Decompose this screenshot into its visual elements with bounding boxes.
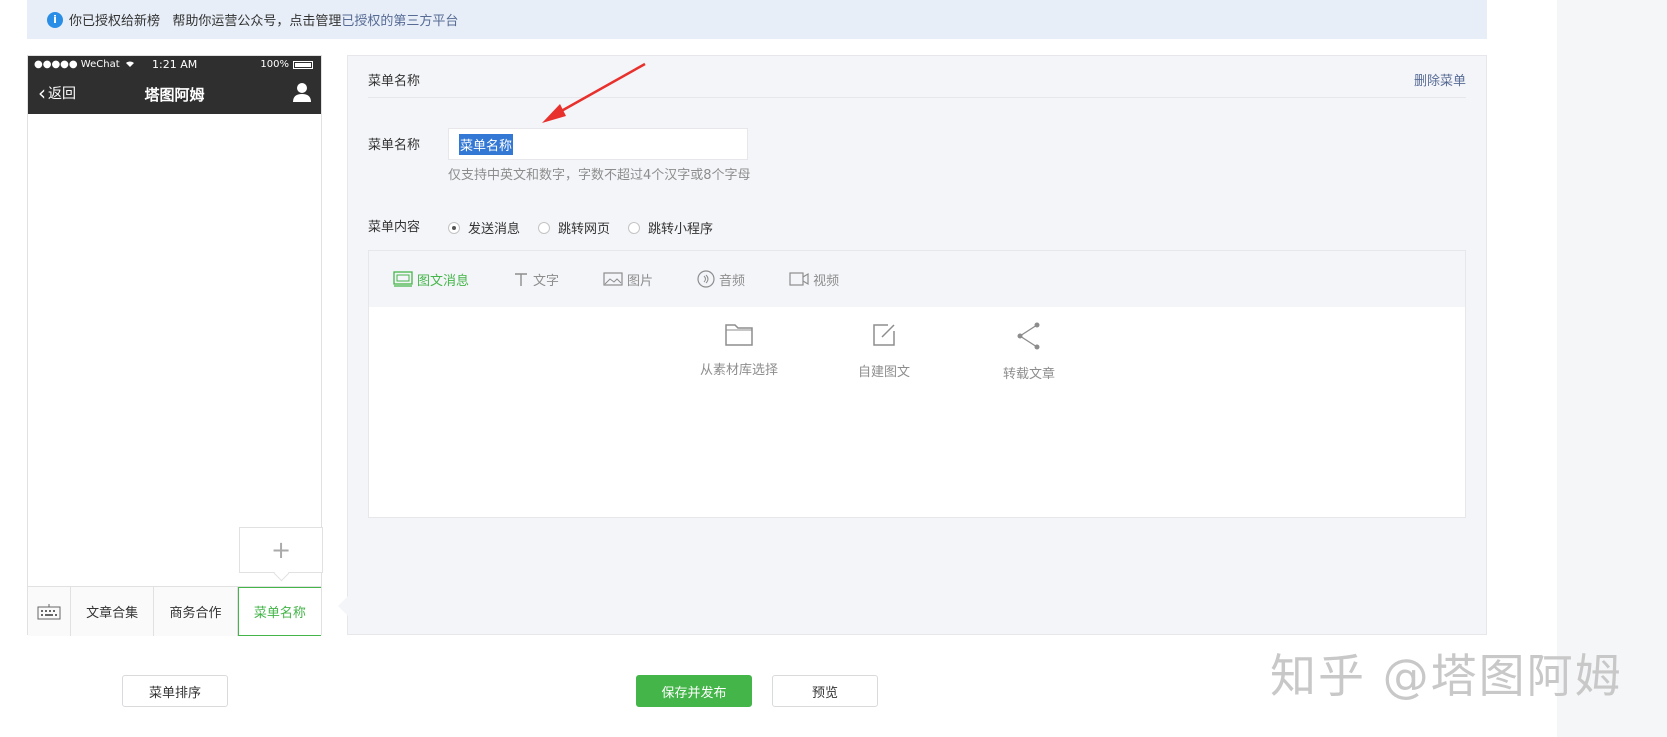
choose-from-library[interactable]: 从素材库选择 <box>679 321 799 378</box>
phone-preview: ●●●●● WeChat 1:21 AM 100% ‹ 返回 塔图阿姆 + 文章… <box>27 55 323 636</box>
battery-icon <box>293 60 313 69</box>
message-type-tabs: 图文消息 文字 图片 音频 视频 <box>369 251 1465 307</box>
menu-item-business-cooperation[interactable]: 商务合作 <box>154 587 238 636</box>
phone-nav-bar: ‹ 返回 塔图阿姆 <box>28 74 321 114</box>
create-news[interactable]: 自建图文 <box>824 321 944 380</box>
menu-item-article-collection[interactable]: 文章合集 <box>71 587 155 636</box>
news-icon <box>393 271 413 287</box>
menu-name-value: 菜单名称 <box>459 133 514 155</box>
share-icon <box>1017 322 1040 350</box>
tab-video[interactable]: 视频 <box>789 270 839 289</box>
radio-open-miniprogram[interactable]: 跳转小程序 <box>628 218 713 237</box>
preview-button[interactable]: 预览 <box>772 675 878 707</box>
tab-news[interactable]: 图文消息 <box>393 270 469 289</box>
reprint-article[interactable]: 转载文章 <box>969 321 1089 382</box>
menu-name-label: 菜单名称 <box>368 138 421 153</box>
keyboard-icon[interactable] <box>28 587 71 636</box>
status-time: 1:21 AM <box>152 58 198 71</box>
radio-unchecked-icon <box>628 221 641 234</box>
audio-icon <box>697 270 715 288</box>
tab-text[interactable]: 文字 <box>513 270 559 289</box>
third-party-platform-link[interactable]: 已授权的第三方平台 <box>341 10 458 29</box>
wifi-icon <box>125 61 134 67</box>
edit-icon <box>873 324 895 346</box>
phone-header: ●●●●● WeChat 1:21 AM 100% ‹ 返回 塔图阿姆 <box>28 56 321 114</box>
radio-unchecked-icon <box>538 221 551 234</box>
tab-audio[interactable]: 音频 <box>697 270 745 289</box>
account-title: 塔图阿姆 <box>144 86 205 104</box>
image-icon <box>603 272 623 286</box>
delete-menu-link[interactable]: 删除菜单 <box>1414 70 1466 89</box>
status-bar: ●●●●● WeChat 1:21 AM 100% <box>28 56 321 74</box>
radio-send-message[interactable]: 发送消息 <box>448 218 520 237</box>
profile-icon[interactable] <box>293 82 311 102</box>
editor-title: 菜单名称 <box>368 74 421 89</box>
folder-icon <box>725 324 753 346</box>
right-gutter <box>1557 0 1667 737</box>
menu-content-options: 发送消息 跳转网页 跳转小程序 <box>448 218 731 237</box>
radio-open-webpage[interactable]: 跳转网页 <box>538 218 610 237</box>
save-publish-button[interactable]: 保存并发布 <box>636 675 752 707</box>
carrier-label: ●●●●● WeChat <box>34 59 135 70</box>
menu-name-hint: 仅支持中英文和数字，字数不超过4个汉字或8个字母 <box>448 168 751 183</box>
info-icon: i <box>47 11 63 28</box>
zhihu-watermark: 知乎 @塔图阿姆 <box>1270 649 1623 703</box>
tab-image[interactable]: 图片 <box>603 270 653 289</box>
radio-checked-icon <box>448 221 460 234</box>
battery-status: 100% <box>260 59 313 70</box>
menu-item-menu-name[interactable]: 菜单名称 <box>237 587 321 636</box>
notice-text: 你已授权给新榜 帮助你运营公众号，点击管理 <box>69 14 342 29</box>
custom-menu-bar: 文章合集 商务合作 菜单名称 <box>28 586 321 636</box>
video-icon <box>789 272 809 286</box>
news-source-options: 从素材库选择 自建图文 转载文章 <box>369 321 1465 441</box>
add-submenu-button[interactable]: + <box>239 527 323 573</box>
sort-menu-button[interactable]: 菜单排序 <box>122 675 228 707</box>
menu-content-label: 菜单内容 <box>368 220 421 235</box>
divider <box>368 97 1466 98</box>
menu-name-input[interactable]: 菜单名称 <box>448 128 748 160</box>
authorization-notice: i 你已授权给新榜 帮助你运营公众号，点击管理 已授权的第三方平台 <box>27 0 1487 39</box>
message-content-box: 图文消息 文字 图片 音频 视频 从素材库选择 自建图文 转载文章 <box>368 250 1466 518</box>
text-icon <box>515 273 528 286</box>
menu-editor-panel: 菜单名称 删除菜单 菜单名称 菜单名称 仅支持中英文和数字，字数不超过4个汉字或… <box>347 55 1487 635</box>
